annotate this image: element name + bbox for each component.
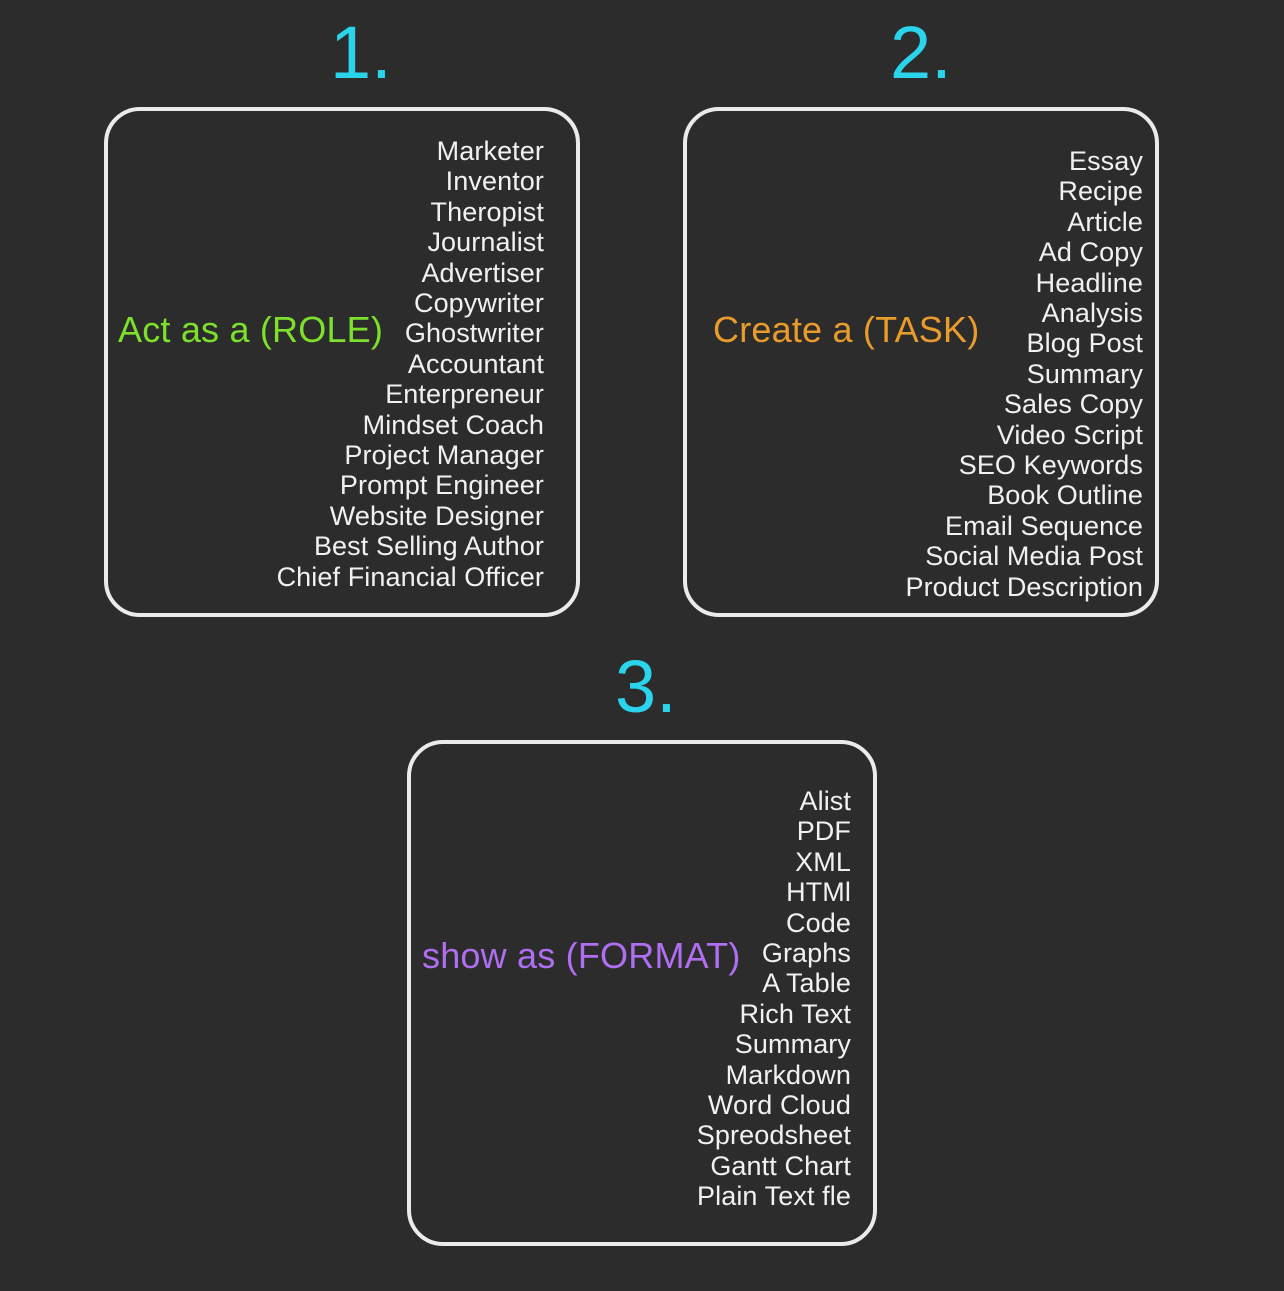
panel-label-format: show as (FORMAT) (422, 935, 741, 976)
list-item: Best Selling Author (313, 531, 544, 562)
list-item: Sales Copy (1003, 389, 1143, 420)
list-item: Graphs (761, 938, 851, 969)
list-item: Summary (1026, 358, 1143, 389)
list-item: Word Cloud (707, 1090, 851, 1121)
option-list-role: Marketer Inventor Theropist Journalist A… (277, 136, 544, 592)
list-item: Mindset Coach (362, 409, 544, 440)
list-item: Plain Text fle (697, 1181, 851, 1212)
list-item: A Table (762, 968, 851, 999)
list-item: Inventor (445, 166, 544, 197)
list-item: Product Description (905, 571, 1143, 602)
list-item: Email Sequence (944, 510, 1143, 541)
list-item: Copywriter (413, 288, 544, 319)
list-item: Gantt Chart (710, 1150, 851, 1181)
list-item: HTMl (786, 877, 851, 908)
list-item: Code (786, 907, 851, 938)
list-item: Rich Text (739, 998, 851, 1029)
list-item: Prompt Engineer (339, 470, 544, 501)
option-list-format: Alist PDF XML HTMl Code Graphs A Table R… (697, 786, 851, 1212)
step-number-3: 3. (615, 645, 677, 728)
list-item: Theropist (430, 196, 544, 227)
list-item: Recipe (1058, 176, 1143, 207)
list-item: XML (795, 846, 851, 877)
list-item: Video Script (996, 419, 1143, 450)
list-item: Analysis (1041, 298, 1143, 329)
list-item: Book Outline (987, 480, 1143, 511)
list-item: Ghostwriter (404, 318, 544, 349)
list-item: Enterpreneur (385, 379, 544, 410)
list-item: Markdown (725, 1059, 851, 1090)
list-item: Blog Post (1026, 328, 1143, 359)
list-item: Advertiser (421, 257, 544, 288)
list-item: Spreodsheet (696, 1120, 851, 1151)
list-item: Chief Financial Officer (276, 561, 544, 592)
list-item: Summary (734, 1029, 851, 1060)
option-list-task: Essay Recipe Article Ad Copy Headline An… (905, 146, 1143, 602)
list-item: Website Designer (329, 500, 544, 531)
list-item: SEO Keywords (958, 450, 1143, 481)
list-item: Ad Copy (1038, 237, 1143, 268)
list-item: Article (1067, 206, 1143, 237)
list-item: Accountant (407, 348, 544, 379)
list-item: Marketer (436, 136, 544, 166)
list-item: Social Media Post (925, 541, 1143, 572)
list-item: Project Manager (344, 440, 544, 471)
list-item: Essay (1068, 146, 1143, 176)
step-number-1: 1. (330, 11, 392, 94)
list-item: Journalist (427, 227, 544, 258)
list-item: Headline (1035, 267, 1143, 298)
list-item: Alist (799, 786, 851, 816)
list-item: PDF (796, 816, 851, 847)
infographic-canvas: 1. Act as a (ROLE) Marketer Inventor The… (0, 0, 1284, 1291)
step-number-2: 2. (890, 11, 952, 94)
